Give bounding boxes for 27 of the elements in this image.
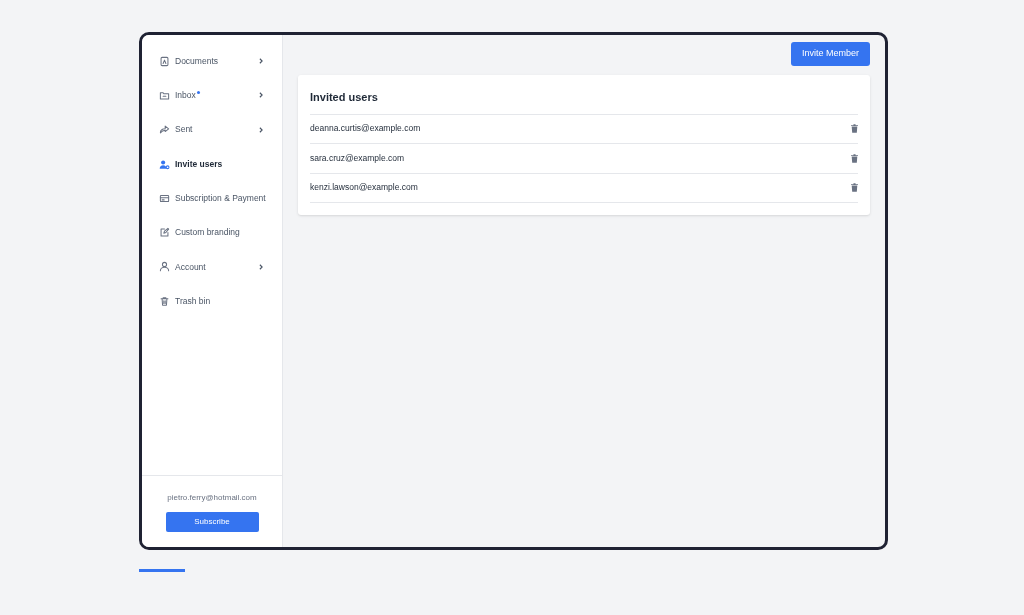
- trash-icon: [159, 295, 170, 307]
- user-icon: [159, 261, 170, 273]
- sidebar-item[interactable]: Sent: [142, 112, 282, 147]
- sidebar-item[interactable]: Custom branding: [142, 215, 282, 250]
- sidebar-item[interactable]: Subscription & Payment: [142, 181, 282, 216]
- sidebar-item[interactable]: Trash bin: [142, 284, 282, 319]
- user-email: kenzi.lawson@example.com: [310, 181, 418, 195]
- user-email: deanna.curtis@example.com: [310, 122, 421, 136]
- user-email: sara.cruz@example.com: [310, 151, 405, 165]
- edit-icon: [159, 227, 170, 239]
- user-icon: [159, 158, 170, 170]
- document-icon: [159, 55, 170, 67]
- sidebar-item[interactable]: Documents: [142, 44, 282, 79]
- sidebar-item[interactable]: Invite users: [142, 146, 282, 182]
- progress-indicator: [139, 569, 185, 572]
- share-arrow-icon: [159, 124, 170, 136]
- credit-card-icon: [159, 192, 170, 204]
- sidebar-item[interactable]: Inbox: [142, 78, 282, 113]
- delete-icon[interactable]: [851, 153, 858, 163]
- invite-member-button[interactable]: Invite Member: [790, 42, 870, 66]
- delete-icon[interactable]: [851, 183, 858, 193]
- user-email: pietro.ferry@hotmail.com: [167, 492, 257, 504]
- card-title: Invited users: [310, 89, 858, 115]
- folder-icon: [159, 89, 170, 101]
- sidebar-item[interactable]: Account: [142, 249, 282, 285]
- subscribe-button[interactable]: Subscribe: [165, 512, 259, 532]
- delete-icon[interactable]: [851, 124, 858, 134]
